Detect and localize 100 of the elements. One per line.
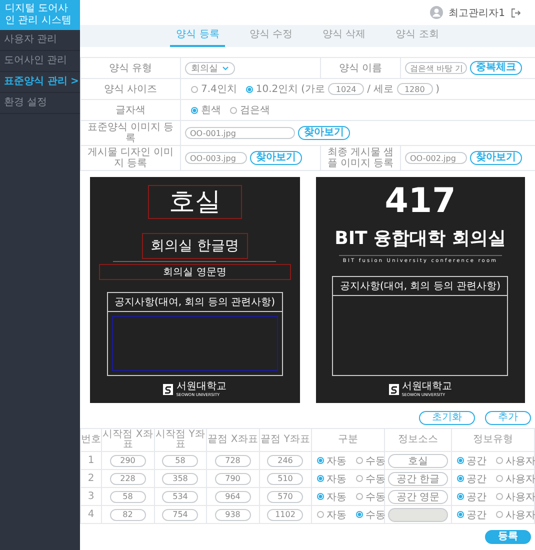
room-number: 417 — [384, 185, 457, 217]
logo-text: 서원대학교 — [176, 382, 226, 392]
row-number: 3 — [88, 491, 94, 502]
sidebar-item[interactable]: 표준양식 관리 > — [0, 72, 80, 93]
radio-button[interactable] — [456, 475, 464, 482]
field-label: 최종 게시물 샘플 이미지 등록 — [327, 147, 394, 169]
coordinate-field[interactable]: 728 — [214, 454, 251, 466]
field-label: 글자색 — [116, 104, 146, 116]
duplicate-check-button[interactable]: 중복체크 — [470, 61, 522, 75]
coordinate-field[interactable]: 228 — [110, 472, 146, 484]
register-button[interactable]: 등록 — [485, 530, 531, 544]
tab[interactable]: 양식 등록 — [170, 25, 226, 47]
radio-button[interactable] — [316, 493, 324, 500]
system-title: 디지털 도어사인 관리 시스템 — [0, 0, 80, 30]
radio-label: 공간 — [466, 472, 486, 486]
field-label: 양식 유형 — [108, 62, 152, 74]
room-number: 호실 — [148, 185, 242, 219]
row-number: 4 — [88, 509, 94, 520]
column-header: 시작점 X좌표 — [102, 429, 153, 450]
paren-text: ) — [436, 84, 440, 94]
coordinate-field[interactable]: 790 — [214, 472, 251, 484]
room-name: 회의실 한글명 — [142, 233, 248, 259]
coordinate-field[interactable]: 964 — [214, 490, 251, 502]
file-field[interactable]: OO-002.jpg — [405, 152, 467, 164]
radio-label: 공간 — [466, 508, 486, 522]
coordinate-field[interactable]: 290 — [110, 454, 146, 466]
coordinate-field[interactable]: 510 — [267, 472, 304, 484]
field-label: 양식 사이즈 — [104, 84, 158, 94]
logo-icon — [163, 384, 174, 395]
column-header: 구분 — [338, 434, 358, 445]
radio-button[interactable] — [316, 475, 324, 482]
column-header: 시작점 Y좌표 — [156, 429, 205, 450]
radio-label: 7.4인치 — [201, 83, 237, 96]
coordinate-field[interactable]: 358 — [162, 472, 198, 484]
room-english-name: 회의실 영문명 — [99, 264, 290, 280]
radio-label: 자동 — [326, 454, 346, 468]
type-dropdown[interactable]: 회의실 — [185, 62, 235, 74]
coordinate-field[interactable]: 534 — [162, 490, 198, 502]
field-label: 표준양식 이미지 등록 — [87, 122, 174, 144]
radio-button[interactable] — [356, 457, 362, 464]
column-header: 정보소스 — [398, 434, 438, 445]
browse-button[interactable]: 찾아보기 — [470, 151, 522, 165]
radio-label: 사용자 — [506, 508, 535, 522]
source-field[interactable]: 호실 — [388, 454, 448, 468]
column-header: 번호 — [81, 434, 101, 445]
tab[interactable]: 양식 조회 — [390, 25, 445, 47]
radio-label: 사용자 — [506, 454, 535, 468]
tab[interactable]: 양식 수정 — [243, 25, 298, 47]
user-name: 최고관리자1 — [448, 6, 505, 20]
tab[interactable]: 양식 삭제 — [316, 25, 372, 47]
radio-button[interactable] — [496, 493, 502, 500]
file-field[interactable]: OO-003.jpg — [185, 152, 247, 164]
notice-title: 공지사항(대여, 회의 등의 관련사항) — [333, 277, 508, 296]
radio-button[interactable] — [316, 457, 324, 464]
radio-button[interactable] — [496, 475, 502, 482]
radio-button[interactable] — [496, 457, 502, 464]
width-field[interactable]: 1024 — [328, 83, 364, 95]
source-field[interactable]: 공간 한글 — [388, 472, 448, 486]
file-field[interactable]: OO-001.jpg — [185, 127, 295, 139]
radio-button[interactable] — [456, 493, 464, 500]
width-label: (가로 — [301, 83, 326, 96]
coordinate-field[interactable]: 58 — [162, 454, 198, 466]
height-label: / 세로 — [367, 83, 394, 96]
sidebar-item[interactable]: 도어사인 관리 — [0, 51, 80, 72]
coordinate-field[interactable]: 570 — [267, 490, 304, 502]
radio-label: 자동 — [326, 490, 346, 504]
chevron-down-icon — [222, 66, 229, 70]
radio-button[interactable] — [356, 475, 362, 482]
radio-label: 자동 — [326, 472, 346, 486]
sidebar-item[interactable]: 환경 설정 — [0, 93, 80, 114]
coordinate-field[interactable]: 246 — [267, 454, 304, 466]
radio-label: 수동 — [366, 508, 386, 522]
radio-button[interactable] — [356, 493, 362, 500]
radio-button[interactable] — [456, 457, 464, 464]
radio-button[interactable] — [191, 86, 198, 92]
logo-text: 서원대학교 — [402, 382, 452, 392]
browse-button[interactable]: 찾아보기 — [298, 126, 350, 140]
radio-label: 수동 — [366, 454, 386, 468]
radio-label: 10.2인치 — [256, 83, 298, 96]
row-number: 2 — [88, 473, 94, 484]
browse-button[interactable]: 찾아보기 — [250, 151, 302, 165]
coordinate-field[interactable]: 58 — [110, 490, 146, 502]
radio-button[interactable] — [230, 106, 237, 114]
logout-icon[interactable] — [511, 8, 521, 18]
height-field[interactable]: 1280 — [396, 83, 433, 95]
notice-title: 공지사항(대여, 회의 등의 관련사항) — [108, 293, 282, 312]
column-header: 정보유형 — [473, 434, 513, 445]
logo-icon — [388, 384, 399, 395]
radio-label: 공간 — [466, 454, 486, 468]
action-button[interactable]: 초기화 — [419, 411, 475, 425]
radio-label: 사용자 — [506, 472, 535, 486]
field-label: 양식 이름 — [338, 62, 382, 74]
radio-button[interactable] — [246, 86, 253, 92]
name-field[interactable]: 검은색 바탕 기 — [405, 62, 467, 74]
action-button[interactable]: 추가 — [485, 411, 531, 425]
radio-button[interactable] — [191, 106, 198, 114]
radio-label: 수동 — [366, 490, 386, 504]
room-name: BIT 융합대학 회의실 — [334, 227, 506, 251]
radio-label: 흰색 — [201, 104, 221, 117]
source-field[interactable]: 공간 영문 — [388, 490, 448, 504]
